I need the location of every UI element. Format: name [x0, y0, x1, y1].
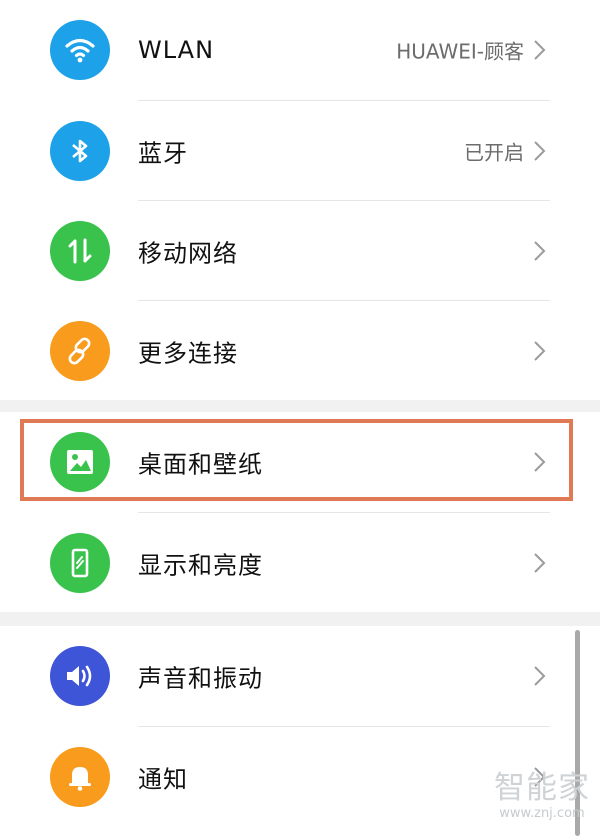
highlight-box: [20, 419, 573, 501]
watermark-logo: 智能家 www.znj.com: [487, 770, 597, 832]
bluetooth-icon: [50, 121, 110, 181]
settings-item-sound[interactable]: 声音和振动: [0, 626, 600, 726]
bell-icon: [50, 747, 110, 807]
chevron-right-icon: [534, 40, 546, 60]
wifi-icon: [50, 20, 110, 80]
chevron-right-icon: [534, 341, 546, 361]
chevron-right-icon: [534, 553, 546, 573]
mobile-data-icon: [50, 221, 110, 281]
settings-item-mobile-network[interactable]: 移动网络: [0, 201, 600, 301]
speaker-icon: [50, 646, 110, 706]
display-icon: [50, 533, 110, 593]
settings-item-label: 通知: [138, 765, 188, 794]
settings-item-label: 蓝牙: [138, 139, 188, 168]
watermark-url: www.znj.com: [499, 806, 585, 821]
settings-item-label: 更多连接: [138, 339, 238, 368]
settings-item-display[interactable]: 显示和亮度: [0, 513, 600, 613]
chevron-right-icon: [534, 666, 546, 686]
chevron-right-icon: [534, 141, 546, 161]
chevron-right-icon: [534, 241, 546, 261]
settings-item-more-connections[interactable]: 更多连接: [0, 301, 600, 401]
watermark-title: 智能家: [494, 770, 590, 806]
settings-item-label: 显示和亮度: [138, 551, 263, 580]
settings-item-label: 移动网络: [138, 239, 238, 268]
settings-item-label: WLAN: [138, 36, 215, 64]
settings-item-value: HUAWEI-顾客: [396, 39, 524, 64]
settings-group-connectivity: WLAN HUAWEI-顾客 蓝牙 已开启 移动网络 更多连接: [0, 0, 600, 400]
settings-item-bluetooth[interactable]: 蓝牙 已开启: [0, 101, 600, 201]
settings-item-label: 声音和振动: [138, 664, 263, 693]
settings-item-value: 已开启: [464, 140, 524, 165]
link-icon: [50, 321, 110, 381]
settings-item-wlan[interactable]: WLAN HUAWEI-顾客: [0, 0, 600, 100]
